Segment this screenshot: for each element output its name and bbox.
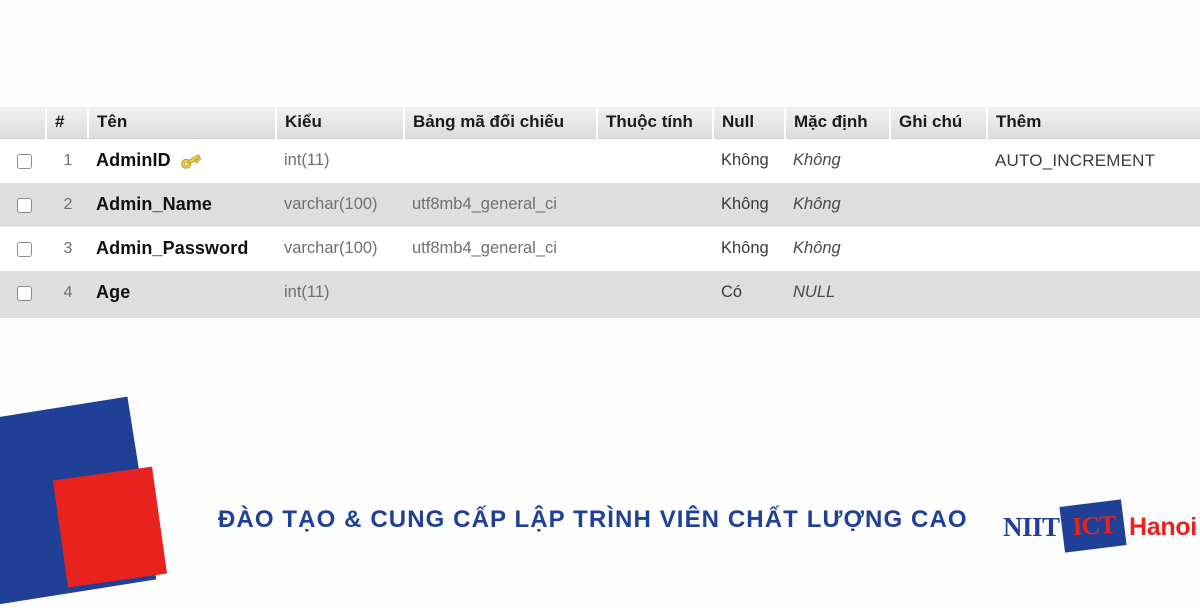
table-body: 1 AdminID int(11) Không Không AUTO_INCREMENT 2…: [0, 138, 1200, 315]
cell-default: Không: [785, 227, 890, 271]
column-name-text: Age: [96, 282, 131, 302]
column-header-null[interactable]: Null: [713, 107, 786, 139]
cell-data-type: varchar(100): [276, 227, 404, 271]
column-header-extra[interactable]: Thêm: [987, 107, 1200, 139]
cell-index: 4: [46, 271, 88, 315]
decor-red-square: [52, 466, 168, 588]
cell-index: 3: [46, 227, 88, 271]
cell-collation: [404, 271, 597, 315]
row-checkbox[interactable]: [16, 153, 32, 169]
cell-default: Không: [785, 183, 890, 227]
cell-column-name: Age: [88, 271, 276, 315]
row-checkbox[interactable]: [16, 285, 32, 301]
cell-comment: [890, 138, 987, 183]
column-structure-table: # Tên Kiểu Bảng mã đối chiếu Thuộc tính …: [0, 107, 1200, 315]
cell-comment: [890, 183, 987, 227]
logo-text-ict: ICT: [1071, 509, 1117, 542]
cell-extra: [987, 227, 1200, 271]
table-row[interactable]: 3 Admin_Password varchar(100) utf8mb4_gener…: [0, 227, 1200, 271]
row-select-cell[interactable]: [0, 138, 46, 183]
row-checkbox[interactable]: [16, 197, 32, 213]
column-header-type[interactable]: Kiểu: [276, 107, 405, 139]
table-row[interactable]: 1 AdminID int(11) Không Không AUTO_INCREMENT: [0, 138, 1200, 183]
table-row[interactable]: 2 Admin_Name varchar(100) utf8mb4_general_c…: [0, 183, 1200, 227]
primary-key-icon: [180, 152, 202, 170]
cell-column-name: AdminID: [88, 138, 276, 183]
cell-comment: [890, 227, 987, 271]
cell-column-name: Admin_Password: [88, 227, 276, 271]
cell-attributes: [597, 183, 713, 227]
row-checkbox[interactable]: [16, 241, 32, 257]
cell-attributes: [597, 227, 713, 271]
cell-null: Không: [713, 183, 785, 227]
row-select-cell[interactable]: [0, 271, 46, 315]
column-header-select-all[interactable]: [0, 107, 47, 139]
column-header-attributes[interactable]: Thuộc tính: [597, 107, 714, 139]
cell-comment: [890, 271, 987, 315]
column-name-text: Admin_Password: [96, 238, 249, 258]
cell-null: Không: [713, 227, 785, 271]
logo-text-niit: NIIT: [1003, 512, 1060, 542]
cell-default: NULL: [785, 271, 890, 315]
row-select-cell[interactable]: [0, 183, 46, 227]
cell-index: 1: [46, 138, 88, 183]
cell-attributes: [597, 271, 713, 315]
table-row[interactable]: 4 Age int(11) Có NULL: [0, 271, 1200, 315]
column-name-text: Admin_Name: [96, 194, 213, 214]
cell-null: Không: [713, 138, 785, 183]
cell-index: 2: [46, 183, 88, 227]
column-header-index[interactable]: #: [46, 107, 89, 139]
cell-attributes: [597, 138, 713, 183]
table-structure-panel: # Tên Kiểu Bảng mã đối chiếu Thuộc tính …: [0, 107, 1200, 318]
cell-extra: [987, 271, 1200, 315]
cell-data-type: int(11): [276, 138, 404, 183]
table-header: # Tên Kiểu Bảng mã đối chiếu Thuộc tính …: [0, 107, 1200, 139]
cell-extra: [987, 183, 1200, 227]
column-header-collation[interactable]: Bảng mã đối chiếu: [404, 107, 598, 139]
logo-text-hanoi: Hanoi: [1129, 513, 1197, 541]
cell-null: Có: [713, 271, 785, 315]
cell-collation: utf8mb4_general_ci: [404, 183, 597, 227]
cell-collation: [404, 138, 597, 183]
cell-extra: AUTO_INCREMENT: [987, 138, 1200, 183]
footer-tagline: ĐÀO TẠO & CUNG CẤP LẬP TRÌNH VIÊN CHẤT L…: [218, 506, 968, 533]
cell-data-type: varchar(100): [276, 183, 404, 227]
row-select-cell[interactable]: [0, 227, 46, 271]
cell-data-type: int(11): [276, 271, 404, 315]
column-header-comment[interactable]: Ghi chú: [890, 107, 988, 139]
cell-default: Không: [785, 138, 890, 183]
column-header-default[interactable]: Mặc định: [785, 107, 891, 139]
cell-column-name: Admin_Name: [88, 183, 276, 227]
niit-ict-hanoi-logo: NIIT ICT Hanoi: [1003, 499, 1197, 553]
table-header-row: # Tên Kiểu Bảng mã đối chiếu Thuộc tính …: [0, 107, 1200, 139]
column-name-text: AdminID: [96, 150, 171, 170]
page-top-blank-area: [0, 0, 1200, 107]
cell-collation: utf8mb4_general_ci: [404, 227, 597, 271]
column-header-name[interactable]: Tên: [88, 107, 277, 139]
